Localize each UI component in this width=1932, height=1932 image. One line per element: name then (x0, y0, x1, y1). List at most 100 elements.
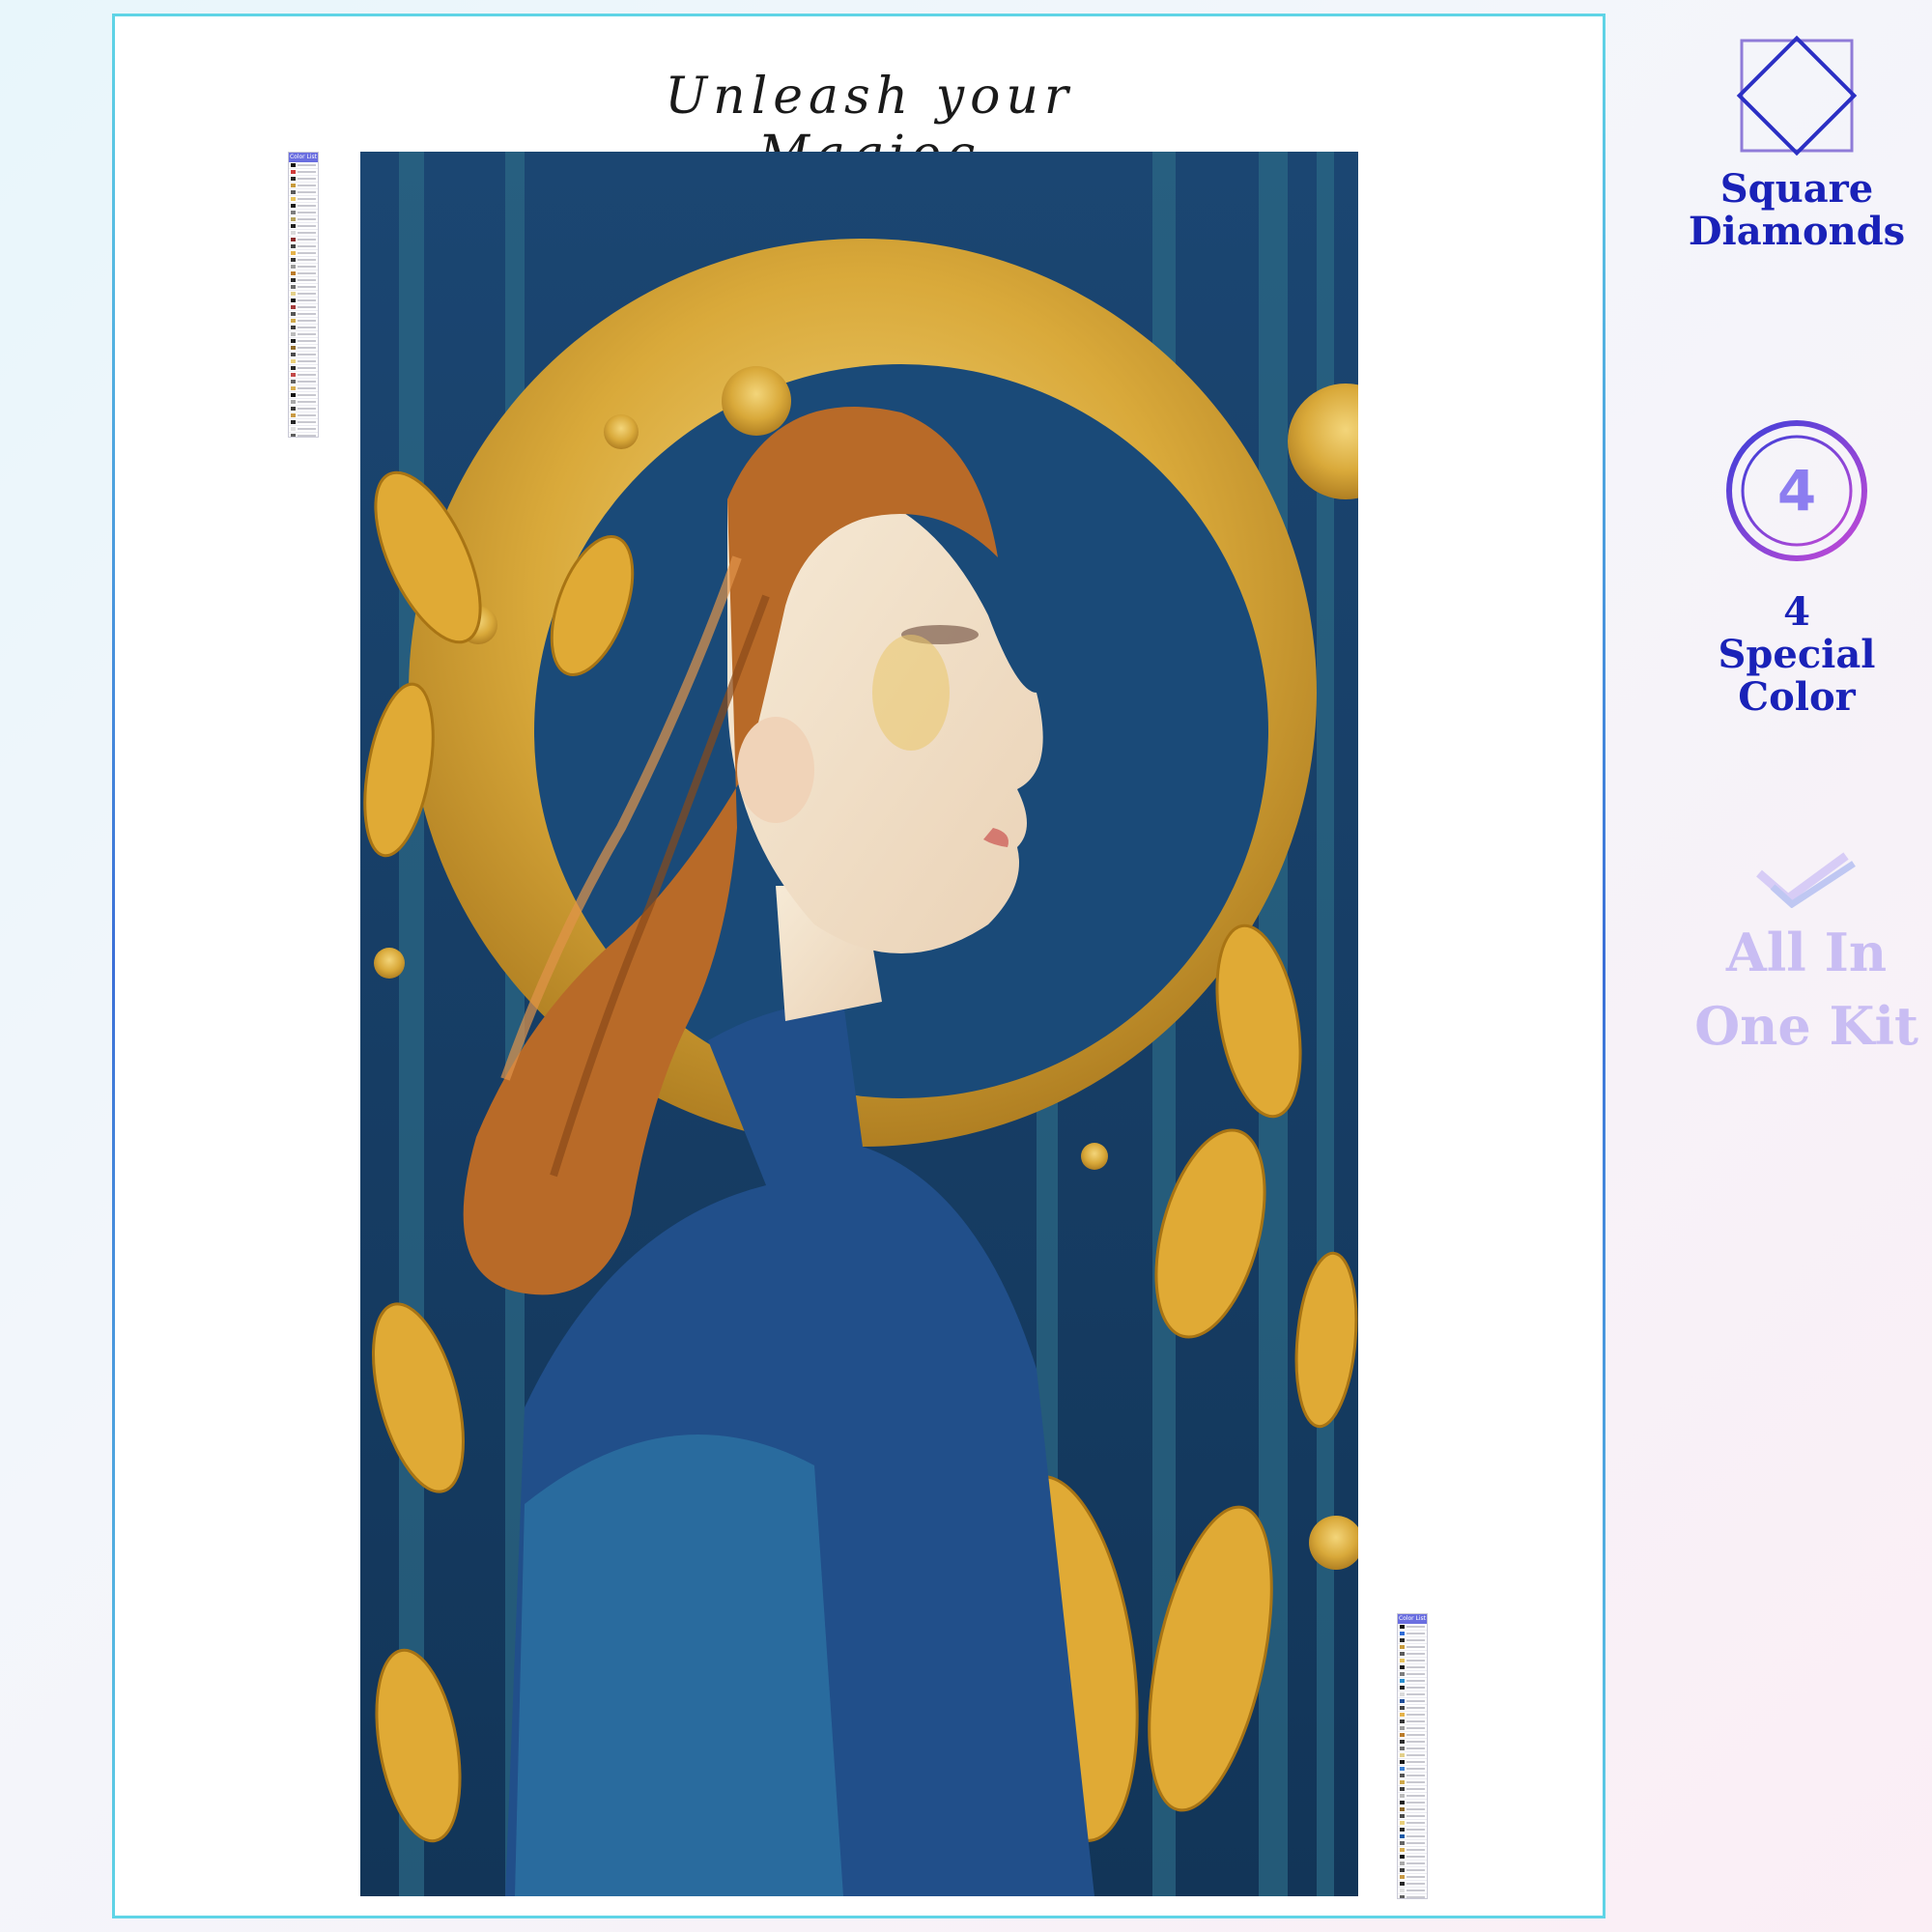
legend-row (289, 183, 318, 189)
color-legend-right: Color List (1397, 1613, 1428, 1899)
feature-label: One Kit (1694, 995, 1918, 1057)
legend-code (298, 212, 316, 213)
legend-row (289, 237, 318, 243)
color-swatch (1400, 1855, 1405, 1859)
legend-code (1406, 1714, 1425, 1716)
legend-row (289, 426, 318, 433)
legend-row (1398, 1644, 1427, 1651)
legend-code (298, 394, 316, 396)
legend-row (1398, 1833, 1427, 1840)
legend-code (298, 401, 316, 403)
legend-code (1406, 1700, 1425, 1702)
legend-row (289, 412, 318, 419)
legend-code (298, 272, 316, 274)
legend-row (1398, 1624, 1427, 1631)
legend-row (289, 210, 318, 216)
feature-label: All In (1725, 922, 1888, 983)
color-swatch (291, 359, 296, 363)
legend-row (1398, 1820, 1427, 1827)
color-swatch (1400, 1625, 1405, 1629)
legend-row (289, 196, 318, 203)
legend-row (1398, 1813, 1427, 1820)
legend-row (1398, 1793, 1427, 1800)
color-swatch (291, 434, 296, 437)
color-swatch (291, 278, 296, 282)
legend-row (289, 304, 318, 311)
color-swatch (1400, 1767, 1405, 1771)
feature-all-in-one-kit: All In One Kit (1681, 850, 1932, 1063)
color-swatch (1400, 1841, 1405, 1845)
color-swatch (291, 224, 296, 228)
legend-row (1398, 1752, 1427, 1759)
color-swatch (1400, 1652, 1405, 1656)
legend-code (298, 414, 316, 416)
legend-code (298, 387, 316, 389)
legend-row (289, 169, 318, 176)
legend-row (1398, 1861, 1427, 1867)
color-swatch (291, 305, 296, 309)
legend-code (298, 293, 316, 295)
legend-code (1406, 1829, 1425, 1831)
legend-code (298, 245, 316, 247)
color-swatch (1400, 1706, 1405, 1710)
legend-code (298, 313, 316, 315)
legend-code (1406, 1889, 1425, 1891)
legend-code (1406, 1862, 1425, 1864)
color-swatch (1400, 1882, 1405, 1886)
legend-row (1398, 1759, 1427, 1766)
legend-code (1406, 1788, 1425, 1790)
legend-row (1398, 1705, 1427, 1712)
color-swatch (291, 197, 296, 201)
legend-row (1398, 1806, 1427, 1813)
legend-code (298, 279, 316, 281)
legend-code (298, 178, 316, 180)
legend-code (1406, 1835, 1425, 1837)
legend-code (298, 320, 316, 322)
color-swatch (1400, 1794, 1405, 1798)
color-swatch (1400, 1787, 1405, 1791)
legend-code (1406, 1896, 1425, 1898)
color-swatch (1400, 1861, 1405, 1865)
color-swatch (291, 217, 296, 221)
color-swatch (291, 163, 296, 167)
legend-code (298, 232, 316, 234)
legend-row (1398, 1651, 1427, 1658)
legend-row (289, 345, 318, 352)
legend-code (298, 198, 316, 200)
legend-code (298, 421, 316, 423)
color-swatch (291, 298, 296, 302)
legend-code (1406, 1761, 1425, 1763)
legend-code (298, 286, 316, 288)
color-swatch (291, 177, 296, 181)
legend-code (298, 333, 316, 335)
legend-code (298, 191, 316, 193)
color-swatch (291, 332, 296, 336)
legend-code (1406, 1856, 1425, 1858)
legend-row (289, 379, 318, 385)
feature-label: Square (1719, 166, 1874, 212)
color-swatch (1400, 1895, 1405, 1898)
legend-code (298, 185, 316, 186)
legend-row (289, 325, 318, 331)
legend-row (1398, 1725, 1427, 1732)
legend-code (1406, 1720, 1425, 1722)
legend-code (1406, 1795, 1425, 1797)
color-swatch (1400, 1659, 1405, 1662)
color-swatch (1400, 1801, 1405, 1804)
legend-row (1398, 1678, 1427, 1685)
legend-code (298, 428, 316, 430)
legend-row (289, 162, 318, 169)
feature-special-color: 4 4 Special Color (1681, 417, 1913, 719)
feature-label: Diamonds (1688, 209, 1906, 254)
color-swatch (1400, 1868, 1405, 1872)
legend-row (1398, 1739, 1427, 1746)
legend-code (1406, 1741, 1425, 1743)
color-swatch (291, 204, 296, 208)
legend-row (1398, 1732, 1427, 1739)
legend-row (289, 189, 318, 196)
color-swatch (1400, 1747, 1405, 1750)
legend-code (298, 299, 316, 301)
legend-code (1406, 1653, 1425, 1655)
legend-header: Color List (289, 153, 318, 162)
color-swatch (291, 244, 296, 248)
